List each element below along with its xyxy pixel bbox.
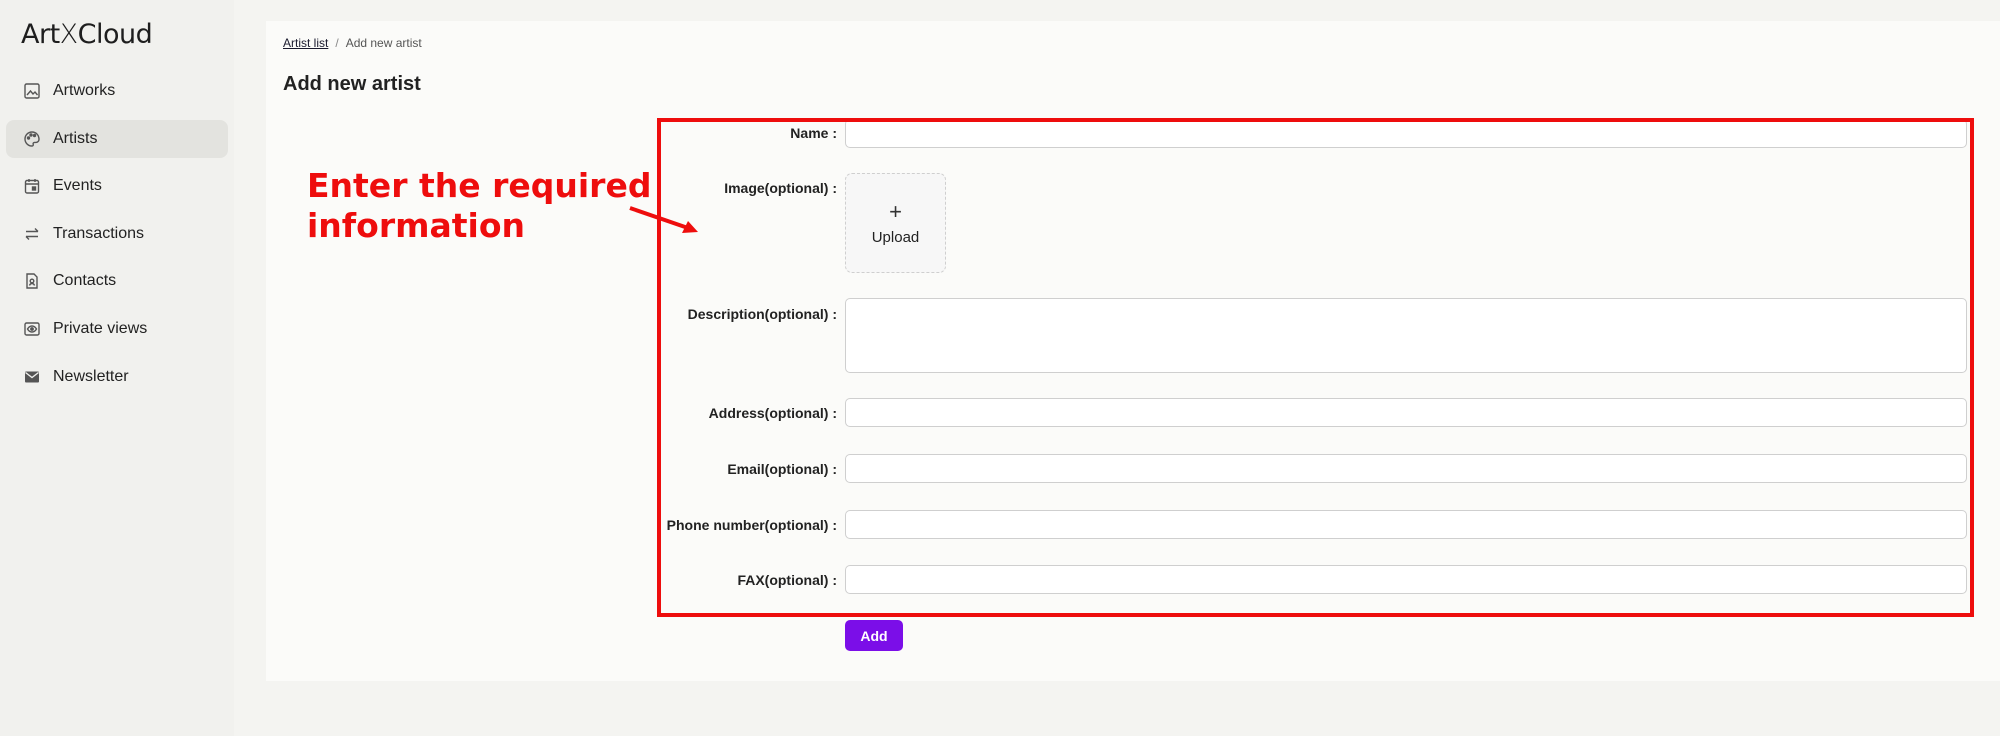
image-label-colon: :	[832, 180, 837, 196]
eye-frame-icon	[22, 319, 41, 338]
description-label: Description(optional) :	[657, 306, 837, 322]
fax-label-colon: :	[832, 572, 837, 588]
sidebar-item-artworks[interactable]: Artworks	[6, 72, 228, 110]
sidebar-item-label: Transactions	[53, 224, 144, 242]
sidebar-item-artists[interactable]: Artists	[6, 119, 228, 158]
phone-input[interactable]	[845, 510, 1967, 539]
app-logo[interactable]: ArtXCloud	[21, 19, 153, 50]
fax-label-text: FAX(optional)	[737, 572, 829, 588]
logo-text-x: X	[59, 19, 79, 50]
address-label-colon: :	[832, 405, 837, 421]
phone-label-text: Phone number(optional)	[666, 517, 829, 533]
annotation-text: Enter the required information	[307, 166, 651, 246]
email-label-text: Email(optional)	[727, 461, 829, 477]
page-title: Add new artist	[283, 73, 421, 95]
image-icon	[22, 82, 41, 101]
mail-icon	[22, 367, 41, 386]
sidebar-item-events[interactable]: Events	[6, 167, 228, 205]
name-label: Name :	[657, 125, 837, 141]
sidebar-nav: Artworks Artists Events Transactions Con…	[6, 72, 228, 405]
palette-icon	[22, 129, 41, 148]
name-label-text: Name	[790, 125, 829, 141]
add-button[interactable]: Add	[845, 620, 903, 651]
breadcrumb-separator: /	[335, 36, 339, 50]
contact-file-icon	[22, 272, 41, 291]
calendar-icon	[22, 177, 41, 196]
logo-text-cloud: Cloud	[77, 19, 153, 50]
annotation-line-2: information	[307, 206, 526, 245]
sidebar-item-contacts[interactable]: Contacts	[6, 262, 228, 300]
description-label-text: Description(optional)	[687, 306, 829, 322]
image-upload-button[interactable]: + Upload	[845, 173, 946, 273]
sidebar-item-label: Artists	[53, 129, 98, 147]
email-label-colon: :	[832, 461, 837, 477]
address-label-text: Address(optional)	[708, 405, 829, 421]
breadcrumb: Artist list / Add new artist	[283, 36, 422, 50]
description-label-colon: :	[832, 306, 837, 322]
sidebar-item-label: Private views	[53, 319, 148, 337]
plus-icon: +	[889, 198, 902, 224]
sidebar: ArtXCloud Artworks Artists Events Transa…	[0, 0, 234, 736]
annotation-arrow-icon	[629, 206, 698, 233]
annotation-line-1: Enter the required	[307, 166, 652, 205]
email-input[interactable]	[845, 454, 1967, 483]
swap-arrows-icon	[22, 224, 41, 243]
name-label-colon: :	[832, 125, 837, 141]
sidebar-item-private-views[interactable]: Private views	[6, 310, 228, 348]
sidebar-item-newsletter[interactable]: Newsletter	[6, 358, 228, 396]
image-label: Image(optional) :	[657, 180, 837, 196]
email-label: Email(optional) :	[657, 461, 837, 477]
address-label: Address(optional) :	[657, 405, 837, 421]
logo-text-art: Art	[21, 19, 60, 50]
name-input[interactable]	[845, 119, 1967, 148]
address-input[interactable]	[845, 398, 1967, 427]
sidebar-item-transactions[interactable]: Transactions	[6, 215, 228, 253]
sidebar-item-label: Contacts	[53, 272, 117, 290]
phone-label: Phone number(optional) :	[657, 517, 837, 533]
sidebar-item-label: Events	[53, 177, 102, 195]
fax-label: FAX(optional) :	[657, 572, 837, 588]
breadcrumb-link-artist-list[interactable]: Artist list	[283, 36, 328, 50]
fax-input[interactable]	[845, 565, 1967, 594]
upload-label: Upload	[871, 228, 920, 246]
breadcrumb-current: Add new artist	[345, 36, 422, 50]
image-label-text: Image(optional)	[724, 180, 829, 196]
sidebar-item-label: Artworks	[53, 82, 116, 99]
description-textarea[interactable]	[845, 298, 1967, 373]
phone-label-colon: :	[832, 517, 837, 533]
sidebar-item-label: Newsletter	[53, 367, 129, 385]
